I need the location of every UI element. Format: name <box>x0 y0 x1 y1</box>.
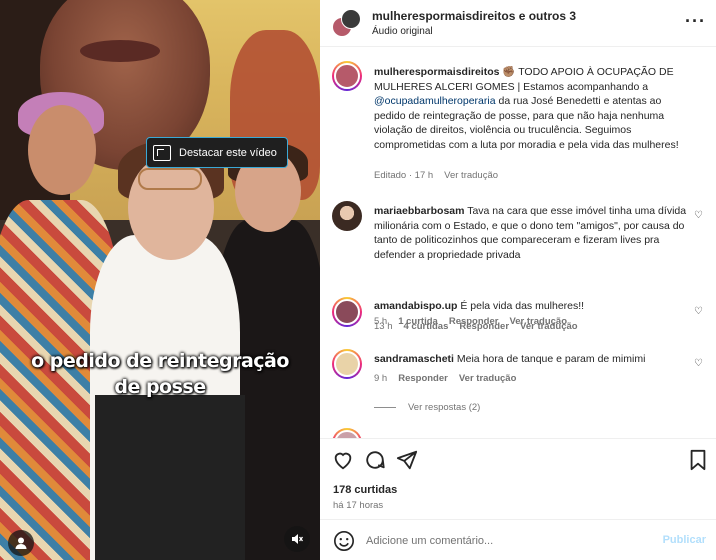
comment-meta: 13 h 4 curtidas Responder Ver tradução <box>374 321 578 332</box>
caption-meta: Editado · 17 h Ver tradução <box>374 170 499 181</box>
collab-avatars[interactable] <box>332 9 362 39</box>
heart-icon[interactable]: ♡ <box>694 210 704 221</box>
share-icon[interactable] <box>396 449 420 473</box>
pin-video-label: Destacar este vídeo <box>179 146 277 159</box>
post-header: mulherespormaisdireitos e outros 3 Áudio… <box>320 0 716 47</box>
post-time: há 17 horas <box>333 500 384 511</box>
emoji-icon[interactable] <box>333 530 355 552</box>
post-caption: mulherespormaisdireitos ✊🏽 TODO APOIO À … <box>374 66 679 151</box>
heart-icon[interactable] <box>332 449 356 473</box>
post-panel: mulherespormaisdireitos e outros 3 Áudio… <box>320 0 716 560</box>
reel-video[interactable]: Destacar este vídeo o pedido de reintegr… <box>0 0 320 560</box>
video-caption: o pedido de reintegração de posse <box>31 350 289 398</box>
reply-button[interactable]: Responder <box>398 373 448 384</box>
avatar[interactable] <box>332 428 362 438</box>
mention-link[interactable]: @ocupadamulheroperaria <box>374 95 496 107</box>
comment-username[interactable]: sandramascheti <box>374 353 454 365</box>
comment: mariaebbarbosam Tava na cara que esse im… <box>374 205 687 261</box>
post-actions: 178 curtidas há 17 horas Publicar <box>320 438 716 560</box>
likes-count[interactable]: 178 curtidas <box>333 484 397 496</box>
avatar[interactable] <box>332 61 362 91</box>
publish-button[interactable]: Publicar <box>663 534 706 546</box>
comment-icon[interactable] <box>364 449 388 473</box>
picture-in-picture-icon <box>153 144 171 161</box>
avatar[interactable] <box>332 297 362 327</box>
glasses <box>138 168 202 190</box>
heart-icon[interactable]: ♡ <box>694 358 704 369</box>
add-comment-bar: Publicar <box>320 519 716 560</box>
comments-list[interactable]: mulherespormaisdireitos ✊🏽 TODO APOIO À … <box>320 48 716 438</box>
heart-icon[interactable]: ♡ <box>694 306 704 317</box>
user-icon[interactable] <box>8 530 34 556</box>
more-horizontal-icon[interactable]: ··· <box>685 11 706 32</box>
bookmark-icon[interactable] <box>688 449 712 473</box>
comment-input[interactable] <box>366 530 646 552</box>
pin-video-button[interactable]: Destacar este vídeo <box>146 137 288 168</box>
translate-link[interactable]: Ver tradução <box>520 321 578 332</box>
comment-username[interactable]: amandabispo.up <box>374 300 457 312</box>
comment-meta: 9 h Responder Ver tradução <box>374 373 517 384</box>
translate-link[interactable]: Ver tradução <box>444 170 498 181</box>
view-replies-button[interactable]: Ver respostas (2) <box>374 402 480 413</box>
reply-button[interactable]: Responder <box>459 321 509 332</box>
caption-username[interactable]: mulherespormaisdireitos <box>374 66 499 78</box>
translate-link[interactable]: Ver tradução <box>459 373 517 384</box>
audio-label[interactable]: Áudio original <box>372 26 433 37</box>
avatar[interactable] <box>332 349 362 379</box>
comment-username[interactable]: mariaebbarbosam <box>374 205 464 217</box>
muted-speaker-icon[interactable] <box>284 526 310 552</box>
comment: amandabispo.up É pela vida das mulheres!… <box>374 300 585 312</box>
comment: sandramascheti Meia hora de tanque e par… <box>374 353 646 365</box>
avatar[interactable] <box>332 201 362 231</box>
post-author-title[interactable]: mulherespormaisdireitos e outros 3 <box>372 9 576 23</box>
